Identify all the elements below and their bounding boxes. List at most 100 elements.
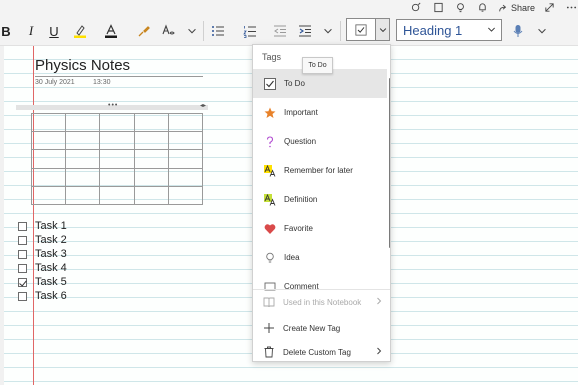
brush-icon bbox=[138, 26, 150, 37]
plus-icon bbox=[262, 321, 276, 335]
tag-item-remember-for-later[interactable]: Remember for later bbox=[253, 156, 387, 185]
list-item: Task 2 bbox=[18, 233, 67, 247]
task-checkbox[interactable] bbox=[18, 221, 27, 231]
menu-item-label: Create New Tag bbox=[283, 323, 341, 333]
task-checkbox[interactable] bbox=[18, 249, 27, 259]
menu-item-label: Delete Custom Tag bbox=[283, 347, 351, 357]
menu-scrollbar[interactable] bbox=[389, 78, 390, 248]
task-checkbox-checked[interactable] bbox=[18, 277, 27, 287]
page-title[interactable]: Physics Notes bbox=[35, 57, 130, 74]
tag-dropdown-button[interactable] bbox=[376, 18, 390, 41]
checkbox-icon bbox=[355, 23, 367, 36]
tag-item-important[interactable]: Important bbox=[253, 98, 387, 127]
checkbox-icon bbox=[263, 77, 277, 91]
star-icon bbox=[263, 106, 277, 120]
dictate-dropdown[interactable] bbox=[536, 21, 548, 41]
question-icon bbox=[263, 135, 277, 149]
numbering-button[interactable] bbox=[242, 21, 258, 41]
tags-menu: Tags To Do Important Question Remember f… bbox=[252, 44, 391, 362]
tags-menu-header: Tags bbox=[262, 52, 282, 62]
resize-arrows-icon: ◂▸ bbox=[199, 103, 206, 109]
page-edge bbox=[0, 46, 4, 385]
microphone-icon bbox=[513, 25, 523, 37]
table-move-handle[interactable]: ••• ◂▸ bbox=[16, 102, 208, 110]
menu-item-label: Used in this Notebook bbox=[283, 297, 362, 307]
task-checkbox[interactable] bbox=[18, 235, 27, 245]
tag-item-definition[interactable]: Definition bbox=[253, 185, 387, 214]
dictate-button[interactable] bbox=[510, 21, 526, 41]
share-button[interactable]: Share bbox=[498, 0, 535, 15]
increase-indent-button[interactable] bbox=[297, 21, 313, 41]
list-item: Task 6 bbox=[18, 289, 67, 303]
task-label[interactable]: Task 1 bbox=[35, 220, 67, 232]
chevron-down-icon bbox=[188, 28, 196, 34]
bold-button[interactable]: B bbox=[0, 21, 12, 41]
lightbulb-icon[interactable] bbox=[454, 1, 467, 14]
page-time: 13:30 bbox=[93, 79, 111, 86]
list-item: Task 4 bbox=[18, 261, 67, 275]
numbered-list-icon bbox=[243, 26, 256, 38]
task-label[interactable]: Task 5 bbox=[35, 276, 67, 288]
task-label[interactable]: Task 2 bbox=[35, 234, 67, 246]
task-list: Task 1 Task 2 Task 3 Task 4 Task 5 Task … bbox=[18, 219, 67, 303]
font-color-button[interactable] bbox=[103, 21, 119, 41]
highlight-a-green-icon bbox=[263, 193, 277, 207]
divider bbox=[340, 21, 341, 41]
title-bar: Share bbox=[0, 0, 578, 15]
bullets-button[interactable] bbox=[210, 21, 226, 41]
chevron-down-icon bbox=[324, 28, 332, 34]
format-painter-button[interactable] bbox=[136, 21, 152, 41]
task-checkbox[interactable] bbox=[18, 263, 27, 273]
create-new-tag-item[interactable]: Create New Tag bbox=[253, 315, 390, 341]
chevron-right-icon bbox=[377, 297, 382, 305]
title-underline bbox=[35, 76, 203, 77]
bell-icon[interactable] bbox=[476, 1, 489, 14]
more-icon[interactable] bbox=[565, 1, 578, 14]
underline-button[interactable]: U bbox=[47, 21, 61, 41]
highlight-button[interactable] bbox=[72, 21, 88, 41]
trash-icon bbox=[262, 345, 276, 359]
indent-icon bbox=[299, 25, 311, 37]
margin-line bbox=[33, 46, 34, 385]
list-item: Task 5 bbox=[18, 275, 67, 289]
bullet-list-icon bbox=[212, 26, 224, 36]
share-icon bbox=[499, 4, 507, 11]
book-icon bbox=[262, 295, 276, 309]
tag-item-favorite[interactable]: Favorite bbox=[253, 214, 387, 243]
italic-button[interactable]: I bbox=[24, 21, 38, 41]
used-in-notebook-item[interactable]: Used in this Notebook bbox=[253, 289, 390, 315]
expand-icon[interactable] bbox=[543, 1, 556, 14]
outdent-icon bbox=[274, 25, 286, 37]
task-label[interactable]: Task 3 bbox=[35, 248, 67, 260]
list-item: Task 1 bbox=[18, 219, 67, 233]
tag-item-label: Favorite bbox=[284, 224, 313, 233]
tag-item-label: Idea bbox=[284, 253, 300, 262]
decrease-indent-button[interactable] bbox=[272, 21, 288, 41]
more-format-dropdown[interactable] bbox=[186, 21, 198, 41]
task-label[interactable]: Task 4 bbox=[35, 262, 67, 274]
clear-formatting-button[interactable] bbox=[160, 21, 176, 41]
font-color-icon bbox=[105, 24, 117, 38]
chevron-down-icon bbox=[488, 27, 495, 32]
delete-custom-tag-item[interactable]: Delete Custom Tag bbox=[253, 339, 390, 361]
tag-item-question[interactable]: Question bbox=[253, 127, 387, 156]
page-date: 30 July 2021 bbox=[35, 79, 75, 86]
tag-item-label: Question bbox=[284, 137, 317, 146]
notes-icon[interactable] bbox=[432, 1, 445, 14]
lightbulb-icon bbox=[263, 251, 277, 265]
tag-item-label: Important bbox=[284, 108, 318, 117]
style-value: Heading 1 bbox=[403, 22, 463, 38]
tag-item-label: Remember for later bbox=[284, 166, 353, 175]
note-table[interactable] bbox=[30, 112, 204, 206]
tag-item-idea[interactable]: Idea bbox=[253, 243, 387, 272]
task-checkbox[interactable] bbox=[18, 291, 27, 301]
task-label[interactable]: Task 6 bbox=[35, 290, 67, 302]
style-dropdown[interactable]: Heading 1 bbox=[396, 19, 502, 41]
paragraph-dropdown[interactable] bbox=[322, 21, 334, 41]
tooltip: To Do bbox=[302, 57, 333, 74]
catch-up-icon[interactable] bbox=[410, 1, 423, 14]
highlight-a-icon bbox=[263, 164, 277, 178]
tag-item-label: Definition bbox=[284, 195, 318, 204]
heart-icon bbox=[263, 222, 277, 236]
tag-button[interactable] bbox=[346, 18, 376, 41]
